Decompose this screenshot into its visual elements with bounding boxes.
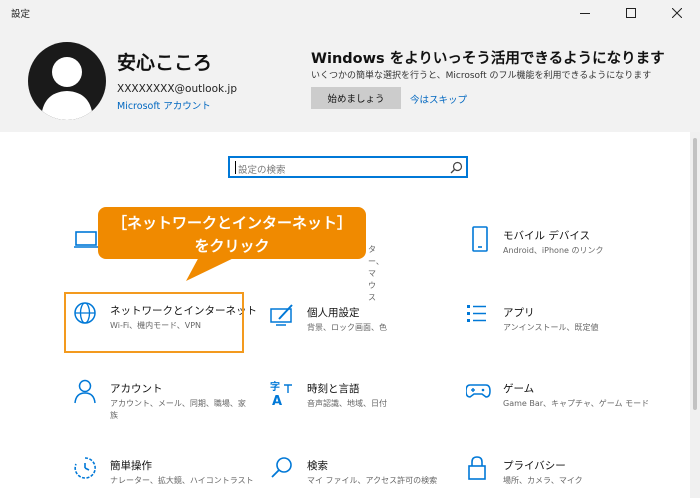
minimize-button[interactable] bbox=[562, 0, 608, 26]
tile-time-title: 時刻と言語 bbox=[307, 383, 360, 395]
tile-mobile-desc: Android、iPhone のリンク bbox=[503, 246, 604, 255]
magnifier-icon bbox=[271, 457, 292, 478]
maximize-icon bbox=[626, 8, 636, 18]
instruction-callout: ［ネットワークとインターネット］ をクリック bbox=[98, 207, 366, 259]
tile-search-title: 検索 bbox=[307, 460, 328, 472]
tile-search-desc: マイ ファイル、アクセス許可の検索 bbox=[307, 476, 438, 485]
tile-privacy[interactable]: プライバシー 場所、カメラ、マイク bbox=[466, 456, 666, 496]
personalization-icon bbox=[270, 304, 293, 326]
microsoft-account-link[interactable]: Microsoft アカウント bbox=[117, 98, 211, 112]
scrollbar-thumb[interactable] bbox=[693, 138, 697, 410]
tile-accounts-desc-1: アカウント、メール、同期、職場、家 bbox=[110, 399, 246, 408]
tile-ease-of-access[interactable]: 簡単操作 ナレーター、拡大鏡、ハイコントラスト bbox=[73, 456, 263, 496]
tile-personalization-desc: 背景、ロック画面、色 bbox=[307, 323, 387, 332]
network-highlight-box bbox=[64, 292, 244, 353]
tile-privacy-desc: 場所、カメラ、マイク bbox=[503, 476, 583, 485]
avatar[interactable] bbox=[28, 42, 106, 120]
phone-icon bbox=[472, 226, 488, 252]
tile-gaming-desc: Game Bar、キャプチャ、ゲーム モード bbox=[503, 399, 650, 408]
apps-list-icon bbox=[467, 305, 486, 322]
callout-line-1: ［ネットワークとインターネット］ bbox=[111, 214, 352, 232]
title-bar: 設定 bbox=[0, 0, 700, 26]
callout-line-2: をクリック bbox=[194, 237, 270, 255]
tile-ease-title: 簡単操作 bbox=[110, 460, 152, 472]
tile-apps-desc: アンインストール、既定値 bbox=[503, 323, 599, 332]
search-icon[interactable] bbox=[450, 161, 463, 174]
search-placeholder: 設定の検索 bbox=[238, 165, 286, 176]
maximize-button[interactable] bbox=[608, 0, 654, 26]
tile-ease-desc: ナレーター、拡大鏡、ハイコントラスト bbox=[110, 476, 254, 485]
promo-description: いくつかの簡単な選択を行うと、Microsoft のフル機能を利用できるようにな… bbox=[311, 71, 652, 81]
tile-personalization-title: 個人用設定 bbox=[307, 307, 360, 319]
svg-text:A: A bbox=[272, 394, 282, 409]
language-icon: 字 A bbox=[270, 380, 292, 409]
user-silhouette-icon bbox=[41, 57, 93, 120]
tile-gaming[interactable]: ゲーム Game Bar、キャプチャ、ゲーム モード bbox=[466, 379, 676, 419]
tile-accounts[interactable]: アカウント アカウント、メール、同期、職場、家 族 bbox=[73, 379, 253, 423]
lock-icon bbox=[468, 456, 486, 480]
settings-search-input[interactable]: 設定の検索 bbox=[228, 156, 468, 178]
close-button[interactable] bbox=[654, 0, 700, 26]
tile-personalization[interactable]: 個人用設定 背景、ロック画面、色 bbox=[270, 303, 450, 343]
tile-apps[interactable]: アプリ アンインストール、既定値 bbox=[466, 303, 666, 343]
tile-gaming-title: ゲーム bbox=[503, 383, 535, 395]
get-started-button[interactable]: 始めましょう bbox=[311, 87, 401, 109]
svg-text:字: 字 bbox=[270, 380, 280, 393]
tile-mobile-devices[interactable]: モバイル デバイス Android、iPhone のリンク bbox=[466, 226, 666, 266]
ease-of-access-icon bbox=[74, 457, 96, 479]
tile-privacy-title: プライバシー bbox=[503, 460, 566, 472]
tile-search[interactable]: 検索 マイ ファイル、アクセス許可の検索 bbox=[270, 456, 460, 496]
close-icon bbox=[672, 8, 682, 18]
tile-accounts-title: アカウント bbox=[110, 383, 163, 395]
promo-title: Windows をよりいっそう活用できるようになります bbox=[311, 51, 665, 67]
gamepad-icon bbox=[466, 384, 491, 398]
minimize-icon bbox=[580, 13, 590, 14]
window-title: 設定 bbox=[11, 9, 31, 20]
person-icon bbox=[74, 379, 96, 404]
tile-devices-desc: ター、マウス bbox=[368, 245, 384, 302]
tile-apps-title: アプリ bbox=[503, 307, 535, 319]
tile-time-language[interactable]: 字 A 時刻と言語 音声認識、地域、日付 bbox=[270, 379, 450, 419]
tile-time-desc: 音声認識、地域、日付 bbox=[307, 399, 387, 408]
tile-accounts-desc-2: 族 bbox=[110, 411, 118, 420]
account-name: 安心こころ bbox=[117, 52, 213, 74]
skip-for-now-link[interactable]: 今はスキップ bbox=[410, 92, 467, 106]
account-email: XXXXXXXX@outlook.jp bbox=[117, 83, 238, 95]
tile-mobile-title: モバイル デバイス bbox=[503, 230, 591, 242]
text-caret bbox=[235, 161, 236, 174]
